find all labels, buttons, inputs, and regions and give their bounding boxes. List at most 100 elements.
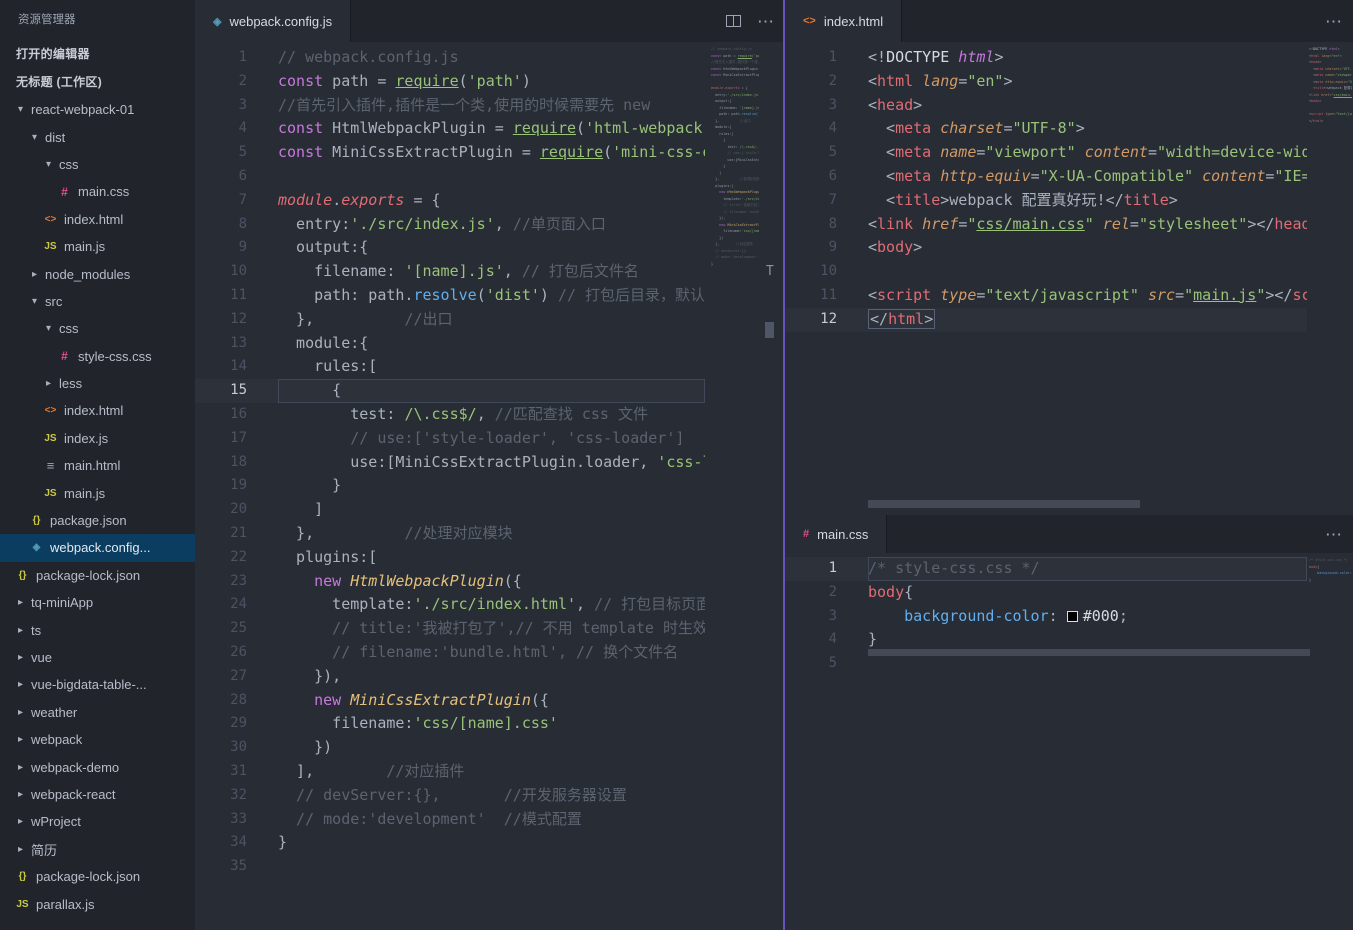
code-line[interactable]: 10 filename: '[name].js', // 打包后文件名 bbox=[195, 260, 705, 284]
tree-item-less[interactable]: ▸ less bbox=[0, 370, 195, 397]
tree-item-index.html[interactable]: <> index.html bbox=[0, 397, 195, 424]
tree-item-package-lock.json[interactable]: {} package-lock.json bbox=[0, 863, 195, 890]
code-line[interactable]: 31 ], //对应插件 bbox=[195, 760, 705, 784]
code-editor-main-css[interactable]: 1 /* style-css.css */ 2 body{3 background-c… bbox=[785, 557, 1307, 930]
horizontal-scrollbar[interactable] bbox=[868, 500, 1140, 508]
code-line[interactable]: 9 output:{ bbox=[195, 236, 705, 260]
tree-item-main.js[interactable]: JS main.js bbox=[0, 233, 195, 260]
tree-item-tq-miniApp[interactable]: ▸ tq-miniApp bbox=[0, 589, 195, 616]
code-line[interactable]: 12 }, //出口 bbox=[195, 308, 705, 332]
tree-item-style-css.css[interactable]: # style-css.css bbox=[0, 343, 195, 370]
tree-item-node_modules[interactable]: ▸ node_modules bbox=[0, 260, 195, 287]
more-actions-icon[interactable]: ⋯ bbox=[1325, 13, 1343, 30]
code-line[interactable]: </html> bbox=[1307, 118, 1352, 125]
code-line[interactable]: 23 new HtmlWebpackPlugin({ bbox=[195, 570, 705, 594]
tree-item-src[interactable]: ▾ src bbox=[0, 288, 195, 315]
code-line[interactable]: 18 use:[MiniCssExtractPlugin.loader, 'cs… bbox=[195, 451, 705, 475]
overview-ruler[interactable]: T bbox=[763, 84, 781, 930]
code-line[interactable]: 2 body{ bbox=[785, 581, 1307, 605]
more-actions-icon[interactable]: ⋯ bbox=[757, 13, 775, 30]
tree-item-weather[interactable]: ▸ weather bbox=[0, 699, 195, 726]
tree-item-webpack.config...[interactable]: ◈ webpack.config... bbox=[0, 534, 195, 562]
workspace-section-header[interactable]: 无标题 (工作区) bbox=[0, 68, 195, 96]
code-line[interactable]: 5 const MiniCssExtractPlugin = require('m… bbox=[195, 141, 705, 165]
tree-item-package.json[interactable]: {} package.json bbox=[0, 507, 195, 534]
code-line[interactable]: 2 <html lang="en"> bbox=[785, 70, 1307, 94]
code-line[interactable]: 16 test: /\.css$/, //匹配查找 css 文件 bbox=[195, 403, 705, 427]
code-line[interactable]: 4 <meta charset="UTF-8"> bbox=[785, 117, 1307, 141]
minimap-webpack[interactable]: // webpack.config.js const path = require… bbox=[709, 46, 759, 274]
code-line[interactable]: 3 <head> bbox=[785, 94, 1307, 118]
code-line[interactable]: 20 ] bbox=[195, 498, 705, 522]
code-line[interactable]: 1 /* style-css.css */ bbox=[785, 557, 1307, 581]
tree-item-webpack-demo[interactable]: ▸ webpack-demo bbox=[0, 753, 195, 780]
minimap-main-css[interactable]: /* style-css.css */ body{ background-colo… bbox=[1307, 557, 1352, 590]
tree-item-main.js[interactable]: JS main.js bbox=[0, 479, 195, 506]
open-editors-section-header[interactable]: 打开的编辑器 bbox=[0, 40, 195, 68]
code-line[interactable]: 30 }) bbox=[195, 736, 705, 760]
code-line[interactable]: 17 // use:['style-loader', 'css-loader'] bbox=[195, 427, 705, 451]
tree-item-css[interactable]: ▾ css bbox=[0, 315, 195, 342]
tree-item-vue-bigdata-table-...[interactable]: ▸ vue-bigdata-table-... bbox=[0, 671, 195, 698]
code-line[interactable]: 9 <body> bbox=[785, 236, 1307, 260]
tree-item-ts[interactable]: ▸ ts bbox=[0, 616, 195, 643]
tree-item-css[interactable]: ▾ css bbox=[0, 151, 195, 178]
code-line[interactable]: 2 const path = require('path') bbox=[195, 70, 705, 94]
split-editor-icon[interactable] bbox=[726, 15, 741, 27]
code-line[interactable]: 3 //首先引入插件,插件是一个类,使用的时候需要先 new bbox=[195, 94, 705, 118]
tree-item-webpack[interactable]: ▸ webpack bbox=[0, 726, 195, 753]
code-line[interactable]: 14 rules:[ bbox=[195, 355, 705, 379]
code-line[interactable] bbox=[709, 267, 759, 274]
code-line[interactable]: 28 new MiniCssExtractPlugin({ bbox=[195, 689, 705, 713]
code-line[interactable]: 6 <meta http-equiv="X-UA-Compatible" con… bbox=[785, 165, 1307, 189]
code-editor-index-html[interactable]: 1 <!DOCTYPE html> 2 <html lang="en"> 3 <head>… bbox=[785, 46, 1307, 515]
code-line[interactable]: 3 background-color: #000; bbox=[785, 605, 1307, 629]
minimap-index-html[interactable]: <!DOCTYPE html> <html lang="en"> <head> <m… bbox=[1307, 46, 1352, 124]
code-line[interactable]: 21 }, //处理对应模块 bbox=[195, 522, 705, 546]
code-line[interactable]: 35 bbox=[195, 855, 705, 879]
code-line[interactable]: 4 const HtmlWebpackPlugin = require('html… bbox=[195, 117, 705, 141]
code-editor-webpack[interactable]: 1 // webpack.config.js 2 const path = requi… bbox=[195, 46, 705, 930]
tree-item-dist[interactable]: ▾ dist bbox=[0, 123, 195, 150]
tree-item-package-lock.json[interactable]: {} package-lock.json bbox=[0, 562, 195, 589]
code-line[interactable]: 13 module:{ bbox=[195, 332, 705, 356]
color-swatch[interactable] bbox=[1066, 610, 1078, 622]
code-line[interactable]: 15 { bbox=[195, 379, 705, 403]
code-line[interactable]: 11 path: path.resolve('dist') // 打包后目录，默… bbox=[195, 284, 705, 308]
tree-item-main.css[interactable]: # main.css bbox=[0, 178, 195, 205]
code-line[interactable]: 12 </html> bbox=[785, 308, 1307, 332]
tree-item--[interactable]: ▸ 简历 bbox=[0, 836, 195, 863]
code-line[interactable]: 33 // mode:'development' //模式配置 bbox=[195, 808, 705, 832]
code-line[interactable]: 25 // title:'我被打包了',// 不用 template 时生效 bbox=[195, 617, 705, 641]
code-line[interactable]: 5 <meta name="viewport" content="width=d… bbox=[785, 141, 1307, 165]
tree-item-react-webpack-01[interactable]: ▾ react-webpack-01 bbox=[0, 96, 195, 123]
code-line[interactable]: 7 module.exports = { bbox=[195, 189, 705, 213]
tree-item-wProject[interactable]: ▸ wProject bbox=[0, 808, 195, 835]
code-line[interactable]: 27 }), bbox=[195, 665, 705, 689]
code-line[interactable]: 8 <link href="css/main.css" rel="styleshe… bbox=[785, 213, 1307, 237]
code-line[interactable]: 1 // webpack.config.js bbox=[195, 46, 705, 70]
tree-item-index.html[interactable]: <> index.html bbox=[0, 206, 195, 233]
code-line[interactable]: 10 bbox=[785, 260, 1307, 284]
tab-main-css[interactable]: # main.css bbox=[785, 515, 888, 553]
code-line[interactable] bbox=[1307, 583, 1352, 590]
code-line[interactable]: 29 filename:'css/[name].css' bbox=[195, 712, 705, 736]
code-line[interactable]: 8 entry:'./src/index.js', //单页面入口 bbox=[195, 213, 705, 237]
code-line[interactable]: 22 plugins:[ bbox=[195, 546, 705, 570]
tree-item-webpack-react[interactable]: ▸ webpack-react bbox=[0, 781, 195, 808]
code-line[interactable]: 11 <script type="text/javascript" src="ma… bbox=[785, 284, 1307, 308]
tree-item-main.html[interactable]: ≡ main.html bbox=[0, 452, 195, 479]
more-actions-icon[interactable]: ⋯ bbox=[1325, 526, 1343, 543]
code-line[interactable]: 1 <!DOCTYPE html> bbox=[785, 46, 1307, 70]
horizontal-scrollbar[interactable] bbox=[868, 649, 1310, 656]
tree-item-index.js[interactable]: JS index.js bbox=[0, 425, 195, 452]
tree-item-parallax.js[interactable]: JS parallax.js bbox=[0, 890, 195, 917]
tree-item-vue[interactable]: ▸ vue bbox=[0, 644, 195, 671]
code-line[interactable]: 6 bbox=[195, 165, 705, 189]
tab-webpack-config-js[interactable]: ◈ webpack.config.js bbox=[195, 0, 352, 42]
code-line[interactable]: 24 template:'./src/index.html', // 打包目标页… bbox=[195, 593, 705, 617]
scrollbar-thumb[interactable] bbox=[765, 322, 774, 338]
code-line[interactable]: 19 } bbox=[195, 474, 705, 498]
editor-group-divider[interactable] bbox=[783, 0, 785, 930]
code-line[interactable]: 32 // devServer:{}, //开发服务器设置 bbox=[195, 784, 705, 808]
